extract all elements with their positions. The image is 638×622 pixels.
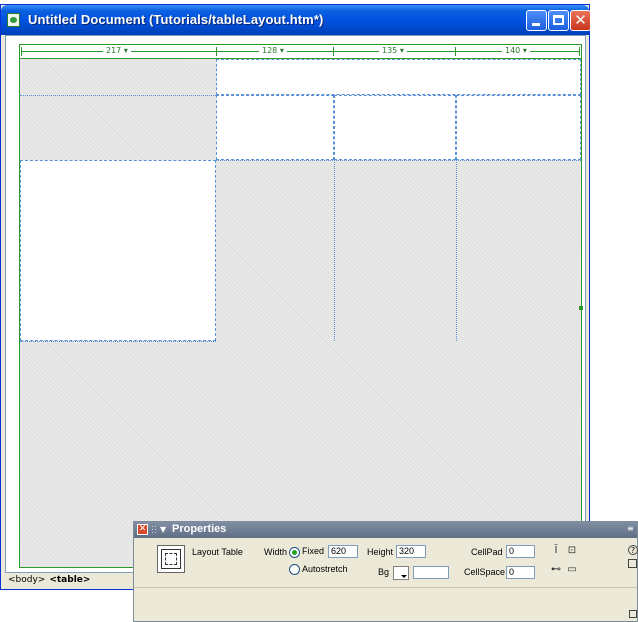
height-input[interactable]: 320: [396, 545, 426, 558]
cellpad-label: CellPad: [471, 547, 503, 557]
quick-tag-editor-icon[interactable]: [628, 559, 637, 568]
title-bar[interactable]: Untitled Document (Tutorials/tableLayout…: [1, 5, 591, 35]
cellspace-label: CellSpace: [464, 567, 506, 577]
ruler-tick: [21, 47, 22, 56]
cellspace-input[interactable]: 0: [506, 566, 535, 579]
column-width-menu-4[interactable]: 140 ▾: [502, 46, 530, 56]
tag-table[interactable]: <table>: [49, 575, 90, 585]
layout-cell-nav-2[interactable]: [334, 95, 456, 160]
object-label: Layout Table: [192, 547, 243, 557]
row-guide: [20, 95, 216, 96]
height-label: Height: [367, 547, 394, 557]
close-icon: ✕: [574, 11, 587, 29]
remove-spacers-icon[interactable]: ⊷: [550, 564, 562, 576]
panel-divider: [134, 587, 637, 588]
minimize-button[interactable]: [526, 10, 547, 31]
maximize-icon: [553, 15, 564, 25]
column-width-menu-3[interactable]: 135 ▾: [379, 46, 407, 56]
layout-table-icon-inner: [165, 553, 177, 565]
autostretch-radio[interactable]: [289, 564, 300, 575]
clear-row-heights-icon[interactable]: Ī: [550, 545, 562, 557]
column-width-menu-1[interactable]: 217 ▾: [103, 46, 131, 56]
layout-cell-header[interactable]: [216, 59, 581, 95]
design-canvas[interactable]: 217 ▾ 128 ▾ 135 ▾ 140 ▾: [5, 35, 586, 573]
table-resize-handle[interactable]: [579, 306, 583, 310]
width-label: Width: [264, 547, 288, 557]
bg-label: Bg: [378, 567, 390, 577]
expand-panel-icon[interactable]: [629, 610, 637, 618]
layout-cell-nav-3[interactable]: [456, 95, 581, 160]
make-widths-consistent-icon[interactable]: ⊡: [566, 545, 578, 557]
properties-header[interactable]: ✕ ▼ Properties ≡: [134, 522, 637, 538]
layout-cell-nav-1[interactable]: [216, 95, 334, 160]
remove-nesting-icon[interactable]: ▭: [566, 564, 578, 576]
autostretch-label: Autostretch: [302, 564, 348, 574]
help-icon[interactable]: ?: [628, 545, 638, 555]
column-guide: [456, 160, 457, 341]
maximize-button[interactable]: [548, 10, 569, 31]
document-window: Untitled Document (Tutorials/tableLayout…: [0, 4, 591, 590]
collapse-arrow-icon[interactable]: ▼: [160, 525, 166, 534]
ruler-tick: [216, 47, 217, 56]
width-input[interactable]: 620: [328, 545, 358, 558]
ruler-tick: [579, 47, 580, 56]
bg-color-picker[interactable]: [393, 566, 409, 580]
row-guide: [216, 160, 581, 161]
layout-table[interactable]: 217 ▾ 128 ▾ 135 ▾ 140 ▾: [19, 44, 583, 568]
column-guide: [334, 160, 335, 341]
fixed-label: Fixed: [302, 546, 325, 556]
properties-panel: ✕ ▼ Properties ≡ Layout Table Width Fixe…: [133, 521, 638, 622]
tag-body[interactable]: <body>: [8, 575, 45, 585]
bg-color-input[interactable]: [413, 566, 449, 579]
column-width-menu-2[interactable]: 128 ▾: [259, 46, 287, 56]
cellpad-input[interactable]: 0: [506, 545, 535, 558]
column-width-ruler: 217 ▾ 128 ▾ 135 ▾ 140 ▾: [20, 45, 581, 59]
document-icon: [7, 13, 20, 27]
minimize-icon: [532, 23, 540, 26]
layout-table-icon: [157, 545, 185, 573]
close-button[interactable]: ✕: [570, 10, 591, 31]
layout-cell-sidebar[interactable]: [20, 160, 216, 341]
fixed-radio[interactable]: [289, 547, 300, 558]
panel-menu-icon[interactable]: ≡: [627, 524, 635, 534]
panel-grip-icon[interactable]: [151, 525, 156, 535]
ruler-tick: [333, 47, 334, 56]
row-guide: [20, 341, 216, 342]
window-title: Untitled Document (Tutorials/tableLayout…: [28, 12, 324, 27]
panel-close-icon[interactable]: ✕: [137, 524, 148, 535]
ruler-tick: [455, 47, 456, 56]
properties-title: Properties: [172, 523, 227, 535]
